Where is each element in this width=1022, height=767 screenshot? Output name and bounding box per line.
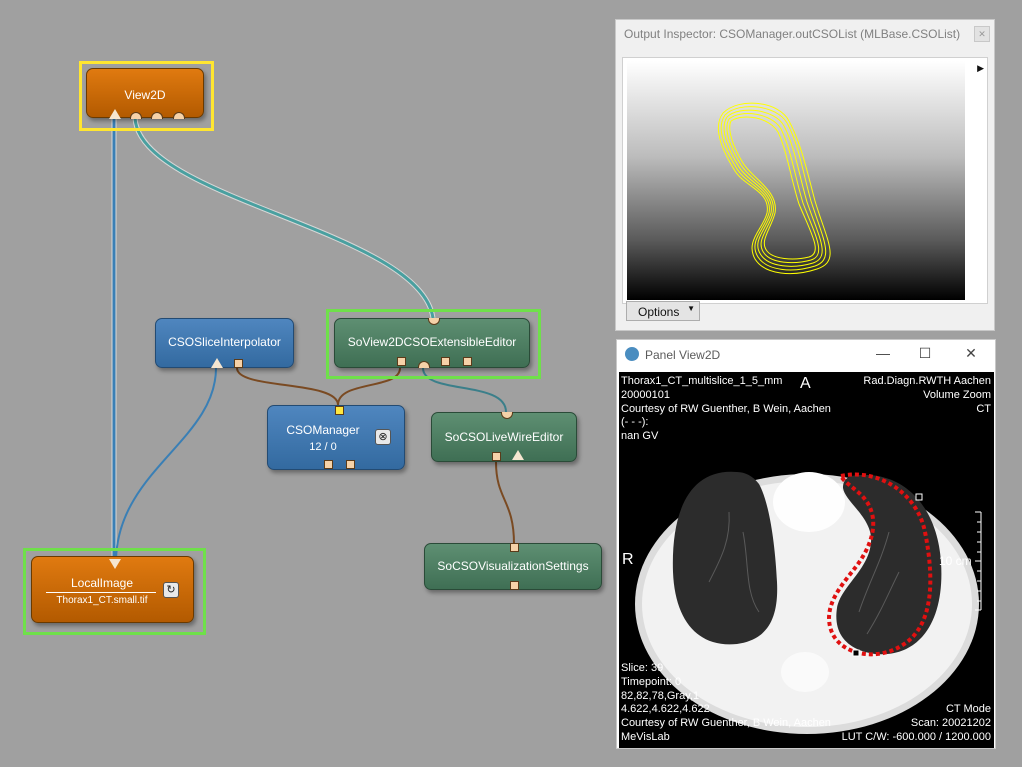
node-title: SoCSOLiveWireEditor <box>444 430 564 444</box>
node-socso-livewire-editor[interactable]: SoCSOLiveWireEditor <box>431 412 577 462</box>
cso-contour <box>718 102 831 275</box>
input-port-base-2[interactable] <box>441 357 450 366</box>
overlay-line: Courtesy of RW Guenther, B Wein, Aachen <box>621 717 831 730</box>
node-title: View2D <box>124 88 166 102</box>
input-port-inventor-3[interactable] <box>173 112 185 119</box>
output-inspector-window: Output Inspector: CSOManager.outCSOList … <box>615 19 995 331</box>
cso-control-point[interactable] <box>852 649 860 657</box>
node-title: LocalImage <box>70 576 134 590</box>
overlay-line: (- - -): <box>621 416 649 429</box>
connection-interpolator-csomanager <box>236 367 339 406</box>
output-port-base[interactable] <box>234 359 243 368</box>
overlay-bottom-left: Slice: 39 Timepoint: 0 82,82,78,Gray,1 4… <box>621 662 831 745</box>
node-title: CSOSliceInterpolator <box>168 335 281 349</box>
node-title: SoCSOVisualizationSettings <box>437 559 589 573</box>
inspector-viewer[interactable]: ▶ <box>622 57 988 304</box>
overlay-line: Volume Zoom <box>923 388 991 401</box>
title-divider <box>46 592 156 593</box>
output-port-base-1[interactable] <box>324 460 333 469</box>
connection-livewire-vissettings <box>495 461 515 545</box>
overlay-line: Rad.Diagn.RWTH Aachen <box>863 375 991 387</box>
options-label: Options <box>638 305 680 319</box>
overlay-line: LUT C/W: -600.000 / 1200.000 <box>841 730 991 743</box>
scale-bar-label: 10 cm <box>939 554 972 568</box>
cso-contour <box>720 106 827 271</box>
node-title: SoView2DCSOExtensibleEditor <box>347 335 517 349</box>
output-port-image[interactable] <box>109 559 121 569</box>
input-port-image[interactable] <box>109 109 121 119</box>
maximize-icon[interactable]: ☐ <box>915 345 935 362</box>
overlay-line: 4.622,4.622,4.622 <box>621 703 710 716</box>
input-port-inventor-1[interactable] <box>130 112 142 119</box>
inspector-close-icon[interactable]: ✕ <box>974 26 990 42</box>
overlay-top-right: Rad.Diagn.RWTH Aachen Volume Zoom CT <box>863 375 991 416</box>
node-cso-manager[interactable]: CSOManager 12 / 0 ⊗ <box>267 405 405 470</box>
orientation-marker-top: A <box>800 375 811 392</box>
inspector-viewport[interactable] <box>627 61 965 300</box>
input-port-image[interactable] <box>512 450 524 460</box>
panel-titlebar[interactable]: Panel View2D — ☐ ✕ <box>617 340 995 370</box>
node-soview2d-cso-extensible-editor[interactable]: SoView2DCSOExtensibleEditor <box>334 318 530 368</box>
clear-icon[interactable]: ⊗ <box>375 429 391 445</box>
input-port-image[interactable] <box>211 358 223 368</box>
input-port-base[interactable] <box>335 406 344 415</box>
input-port-base[interactable] <box>510 543 519 552</box>
input-port-base[interactable] <box>492 452 501 461</box>
cso-contour <box>729 116 816 260</box>
overlay-line: Courtesy of RW Guenther, B Wein, Aachen <box>621 402 831 415</box>
overlay-line: Timepoint: 0 <box>621 675 682 688</box>
expand-arrow-icon[interactable]: ▶ <box>977 63 984 74</box>
output-inspector-title: Output Inspector: CSOManager.outCSOList … <box>624 27 961 41</box>
overlay-line: 82,82,78,Gray,1 <box>621 689 700 702</box>
overlay-line: CT <box>976 402 991 415</box>
node-socso-visualization-settings[interactable]: SoCSOVisualizationSettings <box>424 543 602 590</box>
overlay-line: Slice: 39 <box>621 662 664 674</box>
output-port-inventor[interactable] <box>501 412 513 419</box>
input-port-base-1[interactable] <box>397 357 406 366</box>
output-port-base-2[interactable] <box>346 460 355 469</box>
output-port-base[interactable] <box>510 581 519 590</box>
minimize-icon[interactable]: — <box>873 345 893 361</box>
input-port-base-3[interactable] <box>463 357 472 366</box>
node-title: CSOManager <box>286 423 360 437</box>
close-icon[interactable]: ✕ <box>961 345 981 362</box>
input-port-inventor-2[interactable] <box>151 112 163 119</box>
connection-localimage-interpolator <box>115 367 217 561</box>
dropdown-arrow-icon: ▼ <box>687 304 695 313</box>
input-port-inventor[interactable] <box>418 361 430 368</box>
cso-contour-stack <box>718 102 831 275</box>
node-view2d[interactable]: View2D <box>86 68 204 119</box>
overlay-line: nan GV <box>621 430 659 443</box>
panel-view2d-window: Panel View2D — ☐ ✕ Thorax1_CT_multislice… <box>616 339 996 749</box>
orientation-marker-left: R <box>622 551 634 568</box>
overlay-line: CT Mode <box>945 703 991 715</box>
cso-control-point[interactable] <box>915 493 923 501</box>
node-subtitle: 12 / 0 <box>309 441 337 453</box>
node-local-image[interactable]: LocalImage Thorax1_CT.small.tif ↻ <box>31 556 194 623</box>
overlay-line: Scan: 20021202 <box>910 716 991 729</box>
reload-icon[interactable]: ↻ <box>163 582 179 598</box>
node-cso-slice-interpolator[interactable]: CSOSliceInterpolator <box>155 318 294 368</box>
node-subtitle: Thorax1_CT.small.tif <box>56 595 148 606</box>
cso-contour <box>726 113 820 264</box>
view2d-viewport[interactable]: Thorax1_CT_multislice_1_5_mm 20000101 Co… <box>619 372 994 748</box>
mevislab-app-icon <box>625 347 639 361</box>
options-dropdown[interactable]: Options ▼ <box>626 301 700 321</box>
output-port-inventor[interactable] <box>428 318 440 325</box>
panel-title: Panel View2D <box>645 348 721 362</box>
overlay-bottom-right: CT Mode Scan: 20021202 LUT C/W: -600.000… <box>842 703 991 744</box>
overlay-line: MeVisLab <box>621 730 670 743</box>
